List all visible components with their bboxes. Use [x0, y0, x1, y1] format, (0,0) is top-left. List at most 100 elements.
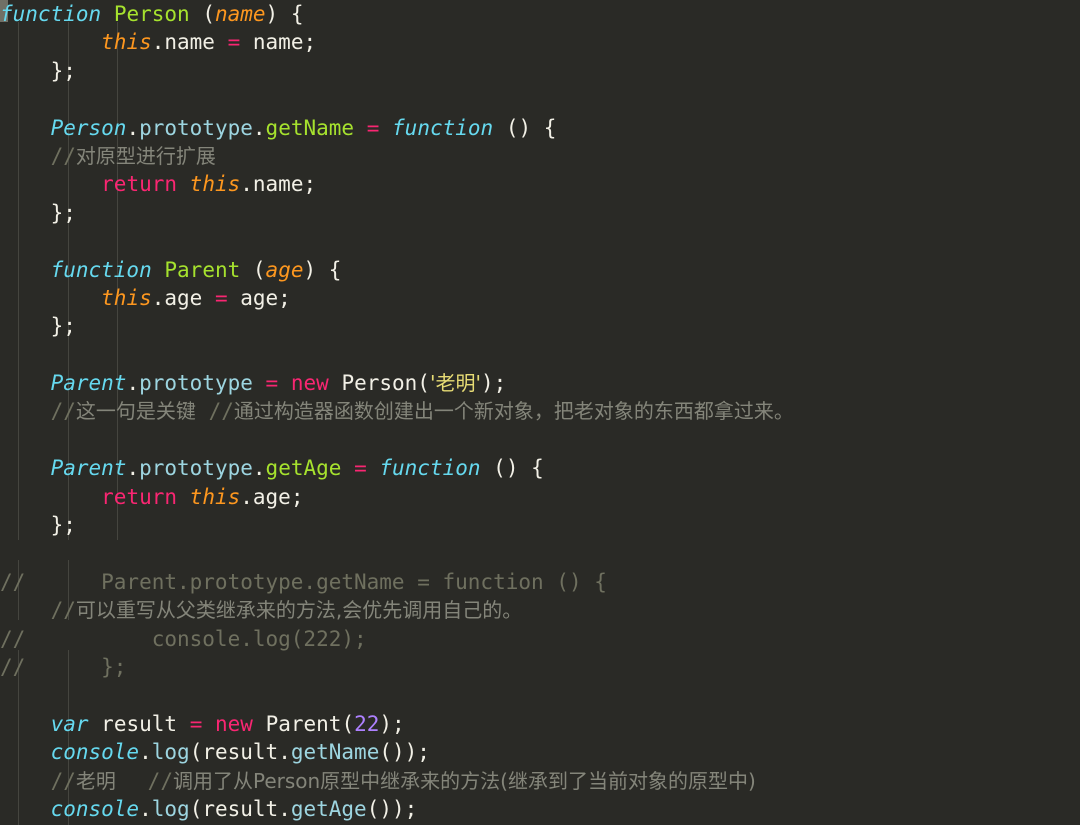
- comment-slashes: //: [50, 399, 76, 424]
- code-line[interactable]: return this.name;: [0, 170, 1080, 198]
- operator-assign: =: [265, 371, 279, 396]
- paren-open: (: [240, 257, 266, 282]
- operator-assign: =: [227, 30, 241, 55]
- code-line[interactable]: this.name = name;: [0, 28, 1080, 56]
- method-getname: getName: [265, 115, 355, 140]
- comment-text: // };: [0, 654, 127, 679]
- code-line-comment[interactable]: //这一句是关键 //通过构造器函数创建出一个新对象，把老对象的东西都拿过来。: [0, 397, 1080, 425]
- identifier-parent: Parent: [164, 257, 241, 282]
- method-getage: getAge: [265, 456, 342, 481]
- code-line[interactable]: Parent.prototype.getAge = function () {: [0, 454, 1080, 482]
- code-line-comment[interactable]: // Parent.prototype.getName = function (…: [0, 568, 1080, 596]
- code-line[interactable]: this.age = age;: [0, 284, 1080, 312]
- code-line-comment[interactable]: //对原型进行扩展: [0, 142, 1080, 170]
- property-prototype: prototype: [139, 456, 253, 481]
- parameter-age: age: [265, 257, 304, 282]
- code-line[interactable]: };: [0, 199, 1080, 227]
- code-line-comment[interactable]: //可以重写从父类继承来的方法,会优先调用自己的。: [0, 596, 1080, 624]
- comment-text: 老明: [75, 768, 116, 793]
- code-line[interactable]: var result = new Parent(22);: [0, 710, 1080, 738]
- constructor-call: Parent(: [265, 711, 355, 736]
- string-literal: '老明': [429, 371, 481, 396]
- keyword-this: this: [101, 285, 152, 310]
- paren-open: (: [189, 2, 215, 26]
- comment-text: 可以重写从父类继承来的方法,会优先调用自己的。: [75, 598, 523, 623]
- code-line-blank[interactable]: [0, 341, 1080, 369]
- identifier-person: Person: [113, 2, 190, 26]
- code-line[interactable]: Person.prototype.getName = function () {: [0, 114, 1080, 142]
- code-line-blank[interactable]: [0, 539, 1080, 567]
- keyword-this: this: [189, 484, 241, 509]
- code-line[interactable]: console.log(result.getName());: [0, 738, 1080, 766]
- operator-assign: =: [214, 285, 228, 310]
- comment-text: 对原型进行扩展: [75, 143, 216, 168]
- code-line[interactable]: function Parent (age) {: [0, 256, 1080, 284]
- code-line-comment[interactable]: // };: [0, 653, 1080, 681]
- block-close: };: [0, 314, 76, 339]
- property-prototype: prototype: [139, 371, 253, 396]
- code-line-comment[interactable]: // console.log(222);: [0, 625, 1080, 653]
- paren-close: ) {: [265, 2, 304, 26]
- code-line-blank[interactable]: [0, 85, 1080, 113]
- identifier-result: result: [101, 711, 190, 736]
- value: age;: [227, 285, 291, 310]
- comment-text: // console.log(222);: [0, 626, 367, 651]
- operator-assign: =: [366, 115, 380, 140]
- keyword-function: function: [392, 115, 494, 140]
- comment-text: 调用了从Person原型中继承来的方法(继承到了当前对象的原型中): [172, 768, 756, 793]
- code-line[interactable]: };: [0, 57, 1080, 85]
- identifier-console: console: [50, 796, 140, 821]
- property-name: .name: [151, 30, 228, 55]
- comment-slashes: //: [147, 768, 173, 793]
- block-close: };: [0, 58, 76, 83]
- code-content[interactable]: function Person (name) { this.name = nam…: [0, 0, 1080, 825]
- property-prototype: prototype: [139, 115, 253, 140]
- keyword-function: function: [379, 456, 481, 481]
- method-getname: getName: [290, 740, 380, 765]
- comment-slashes: //: [208, 399, 234, 424]
- code-line-blank[interactable]: [0, 426, 1080, 454]
- code-line-blank[interactable]: [0, 681, 1080, 709]
- comment-text: 通过构造器函数创建出一个新对象，把老对象的东西都拿过来。: [233, 399, 794, 424]
- method-getage: getAge: [290, 796, 367, 821]
- code-line-comment[interactable]: //老明 //调用了从Person原型中继承来的方法(继承到了当前对象的原型中): [0, 767, 1080, 795]
- code-line[interactable]: };: [0, 511, 1080, 539]
- comment-slashes: //: [50, 598, 76, 623]
- identifier-parent: Parent: [50, 371, 127, 396]
- code-line[interactable]: };: [0, 312, 1080, 340]
- identifier-person: Person: [50, 115, 127, 140]
- code-line[interactable]: Parent.prototype = new Person('老明');: [0, 369, 1080, 397]
- method-log: log: [151, 740, 190, 765]
- keyword-this: this: [189, 172, 241, 197]
- keyword-this: this: [101, 30, 152, 55]
- property-name: .name;: [240, 172, 317, 197]
- method-log: log: [151, 796, 190, 821]
- code-line-blank[interactable]: [0, 227, 1080, 255]
- code-line[interactable]: console.log(result.getAge());: [0, 795, 1080, 823]
- comment-slashes: //: [50, 143, 76, 168]
- property-age: .age: [151, 285, 215, 310]
- code-line[interactable]: return this.age;: [0, 483, 1080, 511]
- operator-assign: =: [189, 711, 203, 736]
- code-editor[interactable]: function Person (name) { this.name = nam…: [0, 0, 1080, 825]
- keyword-return: return: [101, 484, 178, 509]
- block-close: };: [0, 200, 76, 225]
- keyword-var: var: [50, 711, 89, 736]
- comment-slashes: //: [50, 768, 76, 793]
- value: name;: [240, 30, 317, 55]
- comment-text: // Parent.prototype.getName = function (…: [0, 569, 607, 594]
- keyword-new: new: [215, 711, 253, 736]
- code-line[interactable]: function Person (name) {: [0, 0, 1080, 28]
- operator-assign: =: [354, 456, 367, 481]
